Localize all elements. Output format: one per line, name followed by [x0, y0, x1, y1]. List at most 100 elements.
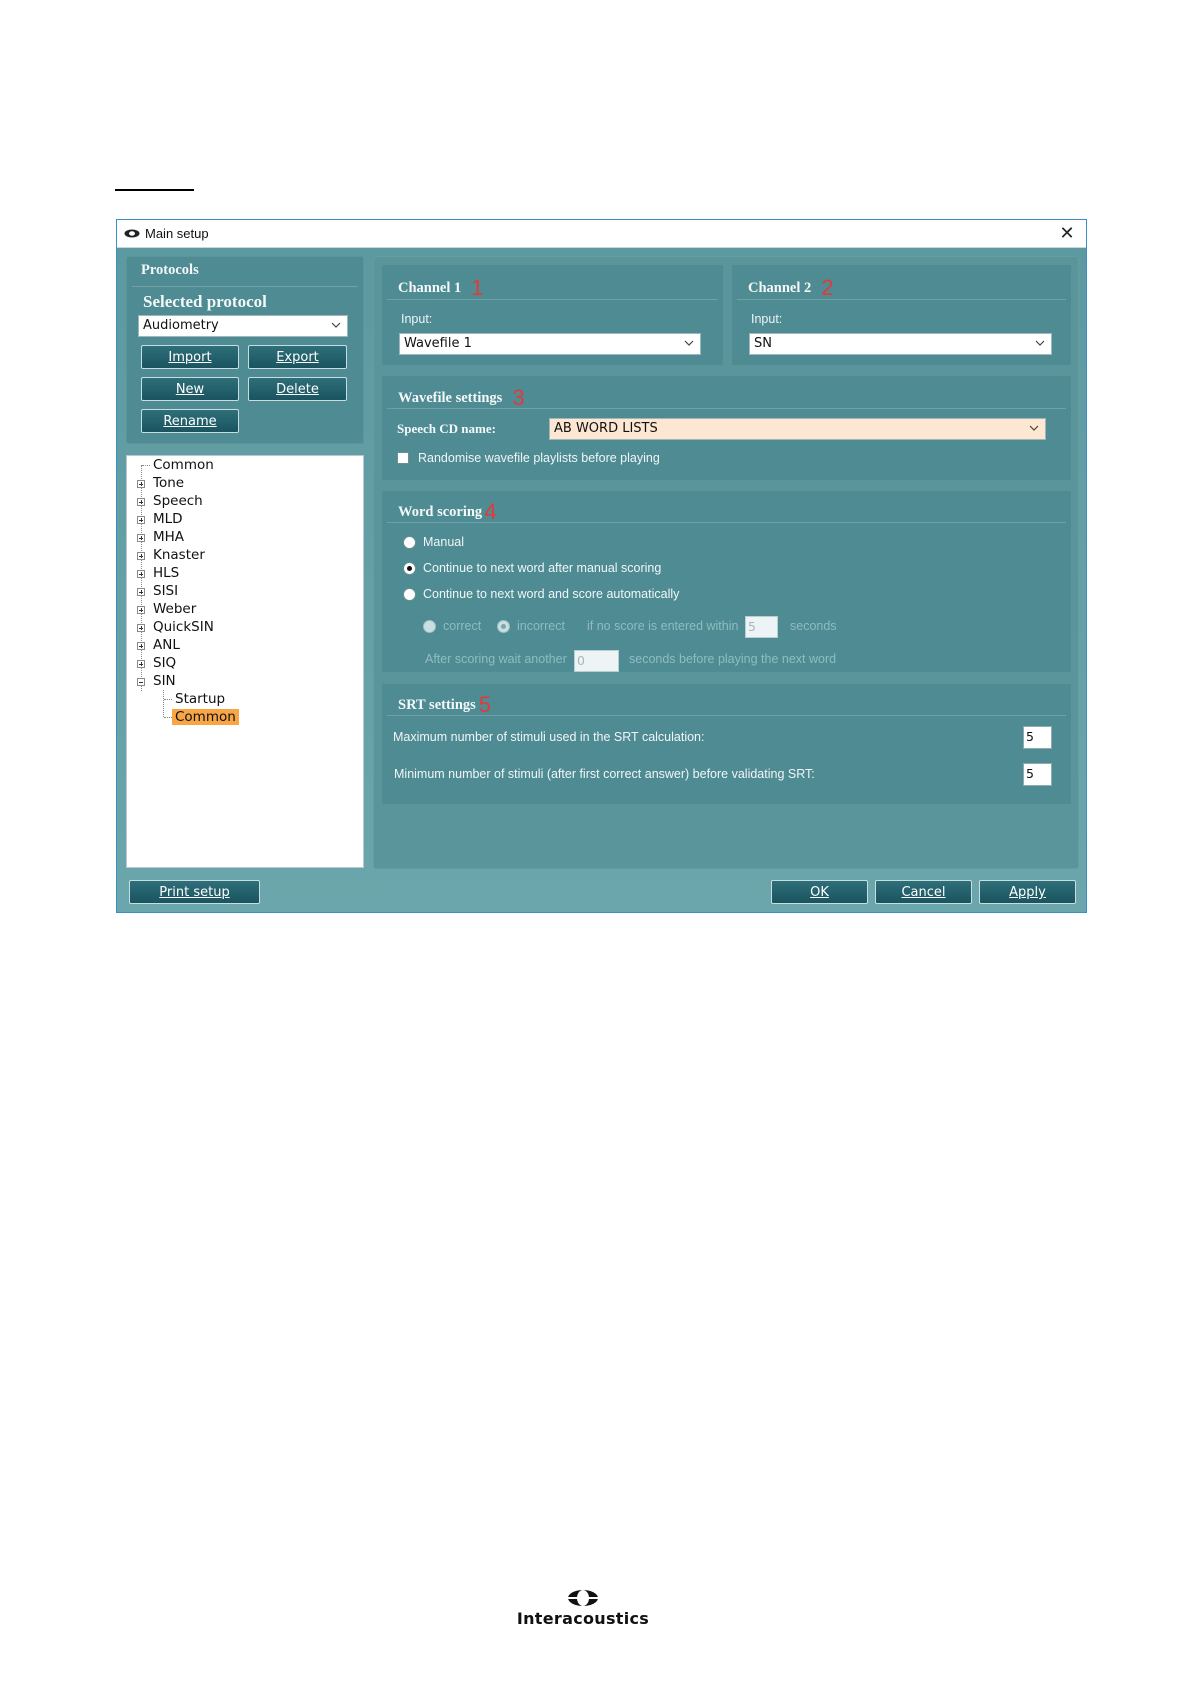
protocols-panel: Protocols Selected protocol Audiometry I… [126, 256, 364, 444]
no-score-label: if no score is entered within [587, 619, 739, 633]
channel2-input-select[interactable]: SN [749, 333, 1052, 355]
tree-item-anl[interactable]: ANL [153, 636, 180, 654]
tree-item-quicksin[interactable]: QuickSIN [153, 618, 214, 636]
srt-header: SRT settings 5 [398, 689, 492, 717]
divider [387, 299, 718, 300]
scoring-continue-manual-radio[interactable] [403, 562, 416, 575]
tree-line [142, 465, 150, 466]
speech-cd-value: AB WORD LISTS [554, 421, 658, 436]
tree-item-label: MHA [153, 529, 185, 545]
channel2-header: Channel 2 2 [748, 272, 834, 300]
expand-icon[interactable] [137, 606, 145, 614]
word-scoring-header: Word scoring4 [398, 496, 497, 524]
auto-incorrect-label: incorrect [517, 619, 565, 633]
channel1-input-value: Wavefile 1 [404, 336, 472, 351]
expand-icon[interactable] [137, 624, 145, 632]
expand-icon[interactable] [137, 642, 145, 650]
expand-icon[interactable] [137, 570, 145, 578]
rename-button[interactable]: Rename [141, 409, 239, 433]
chevron-down-icon [684, 340, 694, 346]
expand-icon[interactable] [137, 498, 145, 506]
tree-item-sin[interactable]: SIN [153, 672, 176, 690]
tree-item-label: QuickSIN [153, 619, 214, 635]
callout-marker: 2 [821, 275, 834, 300]
wavefile-panel: Wavefile settings 3 Speech CD name: AB WO… [381, 375, 1072, 481]
chevron-down-icon [1035, 340, 1045, 346]
callout-marker: 4 [484, 499, 497, 524]
tree-item-label: Tone [153, 475, 185, 491]
tree-item-siq[interactable]: SIQ [153, 654, 176, 672]
tree-item-sin-common[interactable]: Common [172, 708, 239, 726]
tree-item-sin-startup[interactable]: Startup [175, 690, 225, 708]
expand-icon[interactable] [137, 552, 145, 560]
window-title: Main setup [145, 226, 209, 241]
tree-item-weber[interactable]: Weber [153, 600, 196, 618]
tree-item-mha[interactable]: MHA [153, 528, 184, 546]
protocols-header: Protocols [141, 262, 199, 278]
no-score-seconds-input[interactable]: 5 [745, 616, 778, 638]
callout-marker: 5 [478, 692, 492, 717]
channel1-header: Channel 1 1 [398, 272, 484, 300]
tree-item-label: Startup [175, 691, 226, 707]
divider [387, 522, 1066, 523]
channel1-title: Channel 1 [398, 280, 462, 296]
expand-icon[interactable] [137, 516, 145, 524]
wait-seconds-input[interactable]: 0 [574, 650, 619, 672]
scoring-auto-label: Continue to next word and score automati… [423, 587, 680, 601]
randomise-label: Randomise wavefile playlists before play… [418, 451, 660, 465]
word-scoring-title: Word scoring [398, 504, 483, 520]
apply-button[interactable]: Apply [979, 880, 1076, 904]
collapse-icon[interactable] [137, 678, 145, 686]
tree-item-mld[interactable]: MLD [153, 510, 183, 528]
speech-cd-label: Speech CD name: [397, 421, 496, 436]
tree-item-tone[interactable]: Tone [153, 474, 184, 492]
protocol-tree[interactable]: Common Tone Speech MLD MHA Knaster HLS S… [126, 455, 364, 868]
speech-cd-select[interactable]: AB WORD LISTS [549, 418, 1046, 440]
wavefile-title: Wavefile settings [398, 390, 503, 406]
tree-item-label: ANL [153, 637, 180, 653]
tree-item-sisi[interactable]: SISI [153, 582, 178, 600]
new-button[interactable]: New [141, 377, 239, 401]
before-next-label: seconds before playing the next word [629, 652, 837, 666]
tree-item-knaster[interactable]: Knaster [153, 546, 205, 564]
seconds-label: seconds [790, 619, 837, 633]
chevron-down-icon [331, 322, 341, 328]
cancel-button[interactable]: Cancel [875, 880, 972, 904]
auto-correct-label: correct [443, 619, 482, 633]
wavefile-header: Wavefile settings 3 [398, 382, 525, 410]
expand-icon[interactable] [137, 534, 145, 542]
channel1-input-select[interactable]: Wavefile 1 [399, 333, 701, 355]
expand-icon[interactable] [137, 660, 145, 668]
print-setup-button[interactable]: Print setup [129, 880, 260, 904]
title-bar[interactable]: Main setup ✕ [117, 220, 1086, 248]
tree-item-label: Weber [153, 601, 197, 617]
tree-item-label: MLD [153, 511, 183, 527]
page-rule [115, 189, 194, 191]
tree-item-hls[interactable]: HLS [153, 564, 179, 582]
srt-min-input[interactable]: 5 [1023, 763, 1052, 786]
chevron-down-icon [1029, 425, 1039, 431]
close-icon[interactable]: ✕ [1056, 223, 1078, 243]
tree-item-common[interactable]: Common [153, 456, 214, 474]
delete-button[interactable]: Delete [248, 377, 347, 401]
channel2-input-value: SN [754, 336, 772, 351]
auto-incorrect-radio[interactable] [497, 620, 510, 633]
expand-icon[interactable] [137, 480, 145, 488]
tree-line [164, 699, 172, 700]
scoring-auto-radio[interactable] [403, 588, 416, 601]
protocol-select[interactable]: Audiometry [138, 315, 348, 337]
srt-max-label: Maximum number of stimuli used in the SR… [393, 730, 705, 744]
ok-button[interactable]: OK [771, 880, 868, 904]
randomise-checkbox[interactable] [397, 452, 409, 464]
export-button[interactable]: Export [248, 345, 347, 369]
selected-protocol-label: Selected protocol [143, 292, 267, 311]
srt-max-input[interactable]: 5 [1023, 726, 1052, 749]
import-button[interactable]: Import [141, 345, 239, 369]
expand-icon[interactable] [137, 588, 145, 596]
scoring-manual-radio[interactable] [403, 536, 416, 549]
channel2-input-label: Input: [751, 312, 783, 326]
tree-item-label-selected: Common [172, 709, 239, 725]
tree-item-speech[interactable]: Speech [153, 492, 203, 510]
scoring-manual-label: Manual [423, 535, 464, 549]
auto-correct-radio[interactable] [423, 620, 436, 633]
